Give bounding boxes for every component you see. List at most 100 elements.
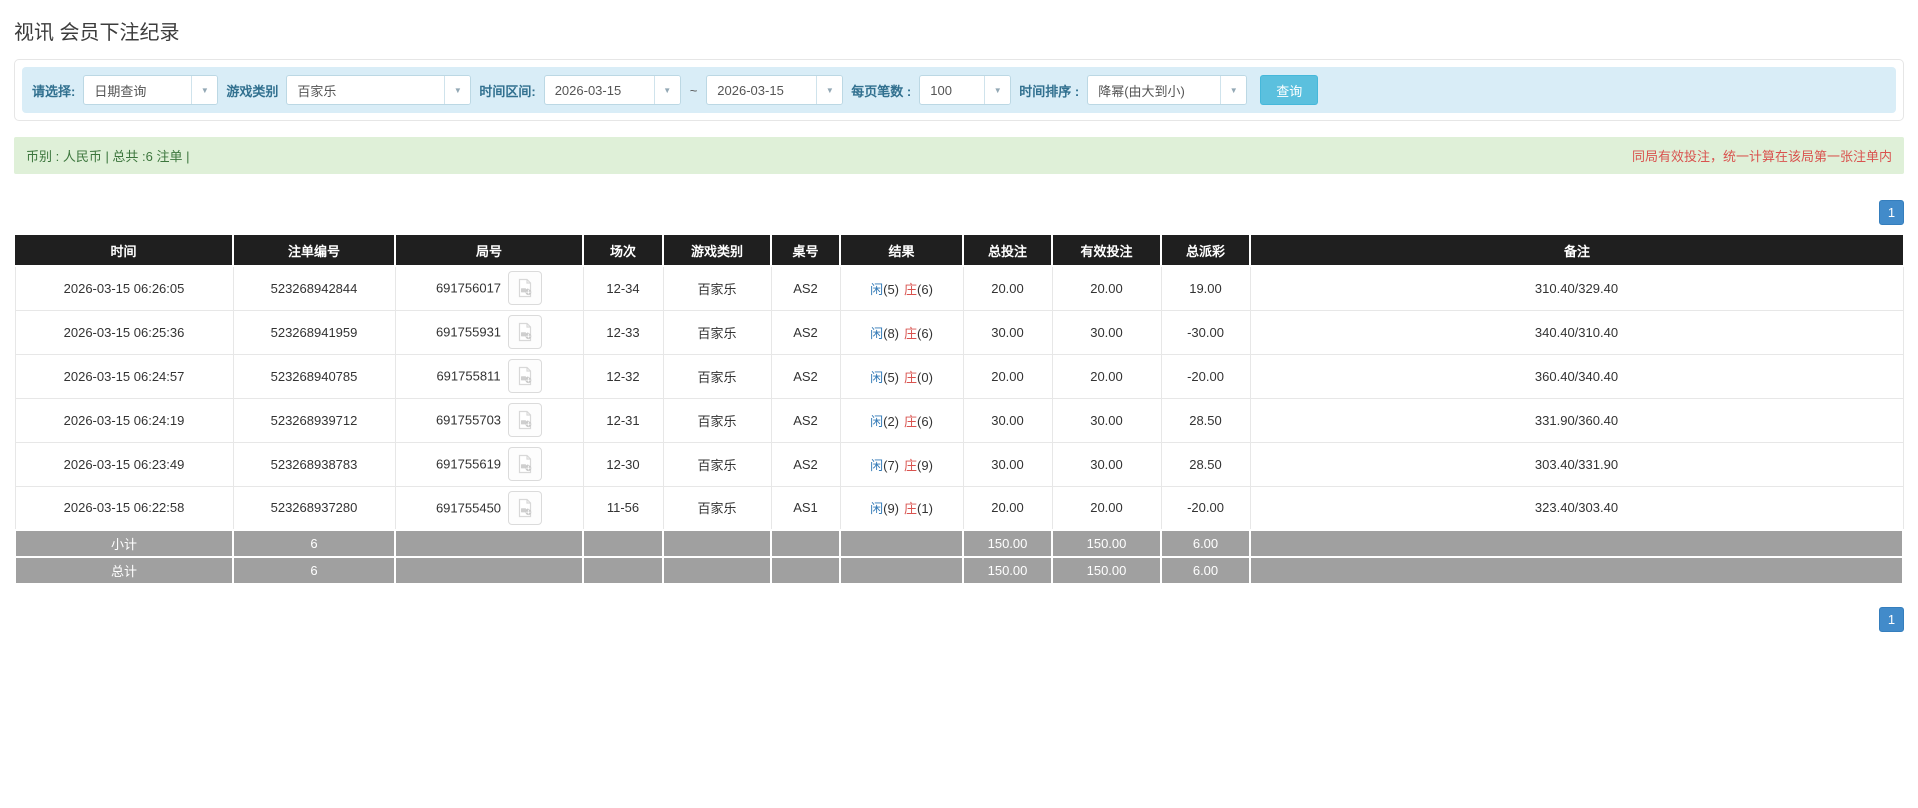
cell-payout: -30.00: [1160, 309, 1251, 355]
cell-payout: 28.50: [1160, 397, 1251, 443]
cell-time: 2026-03-15 06:23:49: [14, 441, 234, 487]
chevron-down-icon: ▼: [653, 76, 680, 104]
cell-session: 12-31: [582, 397, 664, 443]
cell-bet-id: 523268938783: [232, 441, 396, 487]
table-footer: 小计 6 150.00 150.00 6.00 总计 6 150.00 150.…: [14, 529, 1904, 585]
subtotal-label: 小计: [14, 529, 234, 558]
total-label: 总计: [14, 556, 234, 585]
cell-game-type: 百家乐: [662, 397, 772, 443]
header-round: 局号: [395, 235, 584, 267]
game-type-value: 百家乐: [297, 83, 337, 99]
cell-result: 闲(5) 庄(6): [839, 265, 964, 311]
video-file-icon: [518, 279, 532, 298]
header-session: 场次: [583, 235, 664, 267]
cell-time: 2026-03-15 06:24:19: [14, 397, 234, 443]
cell-total-bet[interactable]: 30.00: [962, 441, 1053, 487]
subtotal-empty-cell: [770, 529, 841, 558]
date-from-select[interactable]: 2026-03-15 ▼: [543, 75, 681, 105]
video-replay-button[interactable]: [508, 271, 543, 306]
date-to-select[interactable]: 2026-03-15 ▼: [706, 75, 844, 105]
table-row: 2026-03-15 06:25:36 523268941959 691755931…: [14, 309, 1904, 355]
result-player-label: 闲: [870, 369, 884, 385]
cell-result: 闲(2) 庄(6): [839, 397, 964, 443]
round-number: 691755450: [435, 500, 502, 516]
subtotal-empty-cell: [582, 529, 664, 558]
video-replay-button[interactable]: [508, 315, 543, 349]
cell-game-type: 百家乐: [662, 265, 772, 311]
video-file-icon: [518, 366, 531, 386]
pagination-bottom: 1: [14, 607, 1904, 632]
round-number: 691756017: [435, 280, 502, 296]
total-row: 总计 6 150.00 150.00 6.00: [14, 556, 1904, 585]
table-header: 时间 注单编号 局号 场次 游戏类别 桌号 结果 总投注 有效投注 总派彩 备注: [15, 235, 1903, 267]
header-valid-bet: 有效投注: [1052, 235, 1162, 267]
result-player-score: (8): [883, 325, 899, 341]
result-banker-label: 庄: [904, 501, 918, 517]
round-number: 691755703: [435, 412, 502, 428]
cell-game-type: 百家乐: [662, 485, 772, 531]
query-mode-select[interactable]: 日期查询 ▼: [83, 75, 219, 105]
cell-result: 闲(9) 庄(1): [839, 485, 964, 531]
cell-round: 691756017: [394, 265, 584, 311]
cell-remark: 340.40/310.40: [1249, 309, 1904, 355]
date-to-value: 2026-03-15: [717, 82, 784, 98]
round-number: 691755931: [435, 324, 502, 340]
cell-total-bet[interactable]: 30.00: [962, 309, 1053, 355]
total-count: 6: [232, 556, 396, 585]
page-size-select[interactable]: 100 ▼: [919, 75, 1012, 105]
result-banker-label: 庄: [904, 413, 918, 429]
cell-total-bet[interactable]: 30.00: [962, 397, 1053, 443]
cell-round: 691755450: [394, 485, 584, 531]
header-remark: 备注: [1250, 235, 1903, 267]
total-empty-cell: [582, 556, 664, 585]
chevron-down-icon: ▼: [984, 76, 1011, 104]
result-banker-score: (6): [917, 325, 933, 341]
query-mode-value: 日期查询: [94, 83, 147, 99]
result-banker-label: 庄: [904, 325, 918, 341]
round-number: 691755811: [436, 368, 501, 384]
video-file-icon: [518, 498, 532, 517]
result-player-label: 闲: [870, 501, 884, 517]
cell-remark: 323.40/303.40: [1249, 485, 1904, 531]
page-number-button[interactable]: 1: [1879, 607, 1904, 632]
subtotal-valid-bet: 150.00: [1051, 529, 1162, 558]
sort-order-value: 降幂(由大到小): [1098, 83, 1185, 99]
cell-table-no: AS2: [770, 309, 841, 355]
game-type-select[interactable]: 百家乐 ▼: [286, 75, 472, 105]
cell-total-bet[interactable]: 20.00: [962, 485, 1053, 531]
video-replay-button[interactable]: [508, 403, 543, 437]
round-number: 691755619: [435, 456, 502, 472]
cell-payout: -20.00: [1160, 485, 1251, 531]
page-size-label: 每页笔数 :: [851, 83, 912, 99]
time-range-label: 时间区间:: [479, 83, 536, 99]
cell-bet-id: 523268941959: [232, 309, 396, 355]
subtotal-empty-cell: [662, 529, 772, 558]
video-replay-button[interactable]: [508, 447, 543, 481]
cell-total-bet[interactable]: 20.00: [962, 353, 1053, 399]
subtotal-empty-cell: [839, 529, 964, 558]
table-row: 2026-03-15 06:22:58 523268937280 691755450…: [14, 485, 1904, 531]
cell-round: 691755811: [394, 353, 584, 399]
cell-result: 闲(5) 庄(0): [839, 353, 964, 399]
records-table: 时间 注单编号 局号 场次 游戏类别 桌号 结果 总投注 有效投注 总派彩 备注…: [14, 235, 1904, 585]
chevron-down-icon: ▼: [444, 76, 471, 104]
date-range-separator: ~: [689, 82, 698, 98]
video-replay-button[interactable]: [507, 359, 542, 393]
header-total-bet: 总投注: [963, 235, 1053, 267]
header-time: 时间: [15, 235, 234, 267]
cell-valid-bet: 20.00: [1051, 485, 1162, 531]
cell-remark: 331.90/360.40: [1249, 397, 1904, 443]
result-banker-label: 庄: [904, 369, 918, 385]
total-empty-cell: [770, 556, 841, 585]
query-button[interactable]: 查询: [1260, 75, 1319, 105]
cell-result: 闲(8) 庄(6): [839, 309, 964, 355]
cell-bet-id: 523268937280: [232, 485, 396, 531]
subtotal-row: 小计 6 150.00 150.00 6.00: [14, 529, 1904, 558]
sort-order-select[interactable]: 降幂(由大到小) ▼: [1087, 75, 1248, 105]
cell-total-bet[interactable]: 20.00: [962, 265, 1053, 311]
cell-remark: 360.40/340.40: [1249, 353, 1904, 399]
filter-bar: 请选择: 日期查询 ▼ 游戏类别 百家乐 ▼ 时间区间: 2026-03-15 …: [22, 67, 1896, 113]
result-banker-score: (9): [917, 457, 933, 473]
video-replay-button[interactable]: [508, 490, 543, 525]
page-number-button[interactable]: 1: [1879, 200, 1904, 225]
